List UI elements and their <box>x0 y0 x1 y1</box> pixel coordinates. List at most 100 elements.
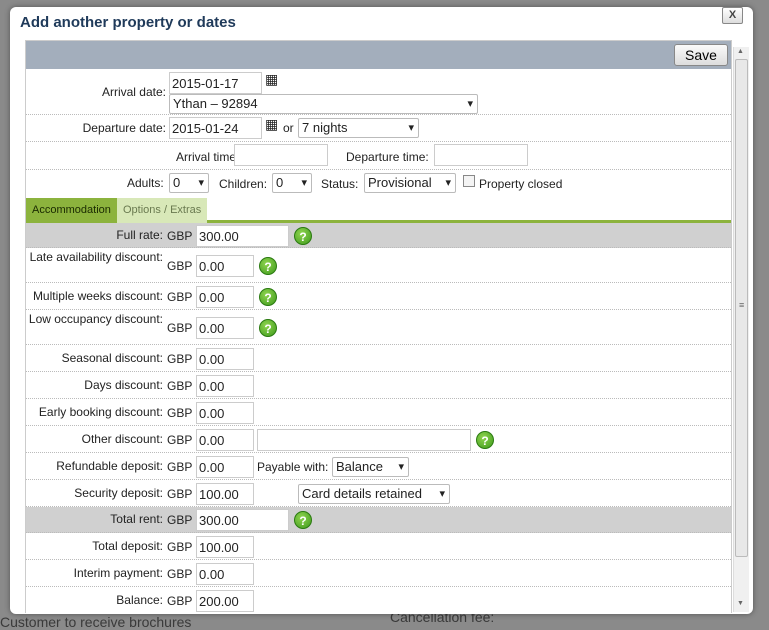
departure-time-label: Departure time: <box>346 150 429 164</box>
currency-label: GBP <box>167 351 193 366</box>
field-label: Days discount: <box>84 377 163 392</box>
dialog-title: Add another property or dates <box>20 14 236 31</box>
currency-label: GBP <box>167 289 193 304</box>
field-row: Balance: GBP 200.00 <box>26 587 731 613</box>
background-text: Customer to receive brochures <box>0 614 192 630</box>
close-button[interactable]: X <box>722 7 743 24</box>
field-row: Security deposit: GBP 100.00 Card details r… <box>26 480 731 507</box>
field-label: Other discount: <box>81 431 163 446</box>
field-row: Other discount: GBP 0.00? <box>26 426 731 453</box>
field-row: Seasonal discount: GBP 0.00 <box>26 345 731 372</box>
field-label: Low occupancy discount: <box>28 312 163 326</box>
field-row: Refundable deposit: GBP 0.00 Payable with: B… <box>26 453 731 480</box>
status-label: Status: <box>321 177 359 191</box>
currency-label: GBP <box>167 539 193 554</box>
amount-input[interactable]: 0.00 <box>196 562 254 585</box>
property-closed-checkbox[interactable] <box>463 175 475 187</box>
currency-label: GBP <box>167 486 193 501</box>
amount-input[interactable]: 0.00 <box>196 316 254 339</box>
currency-label: GBP <box>167 258 193 273</box>
currency-label: GBP <box>167 405 193 420</box>
grip-icon: ≡ <box>739 300 745 310</box>
arrival-row: Arrival date: 2015-01-17 ▦ Ythan – 92894 <box>26 69 731 115</box>
scrollbar[interactable]: ▲ ≡ ▼ <box>733 47 749 612</box>
help-icon[interactable]: ? <box>294 511 312 529</box>
field-row: Low occupancy discount: GBP 0.00? <box>26 310 731 345</box>
field-label: Multiple weeks discount: <box>32 288 163 303</box>
amount-input[interactable]: 0.00 <box>196 428 254 451</box>
or-label: or <box>283 121 294 135</box>
other-discount-note-input[interactable] <box>257 428 471 451</box>
amount-input[interactable]: 0.00 <box>196 347 254 370</box>
payable-with-label: Payable with: <box>257 459 329 474</box>
departure-date-input[interactable]: 2015-01-24 <box>169 117 262 139</box>
times-row: Arrival time: Departure time: <box>26 142 731 170</box>
departure-time-input[interactable] <box>434 144 528 166</box>
calendar-icon[interactable]: ▦ <box>265 116 278 133</box>
security-method-select[interactable]: Card details retained <box>298 483 450 504</box>
field-label: Security deposit: <box>74 485 163 500</box>
scroll-down-icon[interactable]: ▼ <box>737 600 744 607</box>
help-icon[interactable]: ? <box>259 318 277 337</box>
arrival-date-input[interactable]: 2015-01-17 <box>169 72 262 94</box>
tab-accommodation[interactable]: Accommodation <box>26 198 117 223</box>
currency-label: GBP <box>167 459 193 474</box>
property-select[interactable]: Ythan – 92894 <box>169 94 478 114</box>
payable-with-select[interactable]: Balance <box>332 456 409 477</box>
field-row: Early booking discount: GBP 0.00 <box>26 399 731 426</box>
field-label: Balance: <box>116 592 163 607</box>
amount-input[interactable]: 0.00 <box>196 254 254 277</box>
adults-select[interactable]: 0 <box>169 173 209 193</box>
amount-input[interactable]: 300.00 <box>196 509 289 531</box>
tab-bar: Accommodation Options / Extras <box>26 197 731 223</box>
help-icon[interactable]: ? <box>259 256 277 275</box>
scroll-up-icon[interactable]: ▲ <box>737 48 744 55</box>
add-property-dialog: Add another property or dates X ▲ ≡ ▼ Sa… <box>10 7 753 614</box>
departure-date-label: Departure date: <box>82 121 166 135</box>
amount-input[interactable]: 100.00 <box>196 535 254 558</box>
arrival-time-input[interactable] <box>234 144 328 166</box>
field-row: Full rate: GBP 300.00? <box>26 223 731 248</box>
help-icon[interactable]: ? <box>476 430 494 449</box>
field-label: Refundable deposit: <box>56 458 163 473</box>
amount-input[interactable]: 200.00 <box>196 589 254 612</box>
scroll-thumb[interactable]: ≡ <box>735 59 748 557</box>
nights-select[interactable]: 7 nights <box>298 118 419 138</box>
arrival-time-label: Arrival time: <box>176 150 240 164</box>
amount-input[interactable]: 0.00 <box>196 401 254 424</box>
amount-input[interactable]: 0.00 <box>196 455 254 478</box>
field-label: Interim payment: <box>73 565 163 580</box>
field-row: Interim payment: GBP 0.00 <box>26 560 731 587</box>
amount-input[interactable]: 100.00 <box>196 482 254 505</box>
field-row: Multiple weeks discount: GBP 0.00? <box>26 283 731 310</box>
dialog-content: Save Arrival date: 2015-01-17 ▦ Ythan – … <box>25 40 732 613</box>
field-label: Late availability discount: <box>29 250 163 264</box>
toolbar: Save <box>26 41 731 69</box>
field-label: Total deposit: <box>92 538 163 553</box>
currency-label: GBP <box>167 432 193 447</box>
field-row: Total deposit: GBP 100.00 <box>26 533 731 560</box>
guests-row: Adults: 0 Children: 0 Status: Provisiona… <box>26 170 731 196</box>
currency-label: GBP <box>167 593 193 608</box>
amount-input[interactable]: 300.00 <box>196 224 289 247</box>
adults-label: Adults: <box>127 176 164 190</box>
currency-label: GBP <box>167 378 193 393</box>
field-row: Days discount: GBP 0.00 <box>26 372 731 399</box>
amount-input[interactable]: 0.00 <box>196 374 254 397</box>
status-select[interactable]: Provisional <box>364 173 456 193</box>
amount-input[interactable]: 0.00 <box>196 285 254 308</box>
field-row: Total rent: GBP 300.00? <box>26 507 731 533</box>
help-icon[interactable]: ? <box>294 226 312 245</box>
help-icon[interactable]: ? <box>259 287 277 306</box>
children-select[interactable]: 0 <box>272 173 312 193</box>
departure-row: Departure date: 2015-01-24 ▦ or 7 nights <box>26 115 731 142</box>
field-row: Late availability discount: GBP 0.00? <box>26 248 731 283</box>
save-button[interactable]: Save <box>674 44 728 66</box>
currency-label: GBP <box>167 566 193 581</box>
field-label: Early booking discount: <box>38 404 163 419</box>
arrival-date-label: Arrival date: <box>101 85 166 99</box>
currency-label: GBP <box>167 513 193 527</box>
field-label: Full rate: <box>116 227 163 242</box>
calendar-icon[interactable]: ▦ <box>265 71 278 88</box>
tab-options-extras[interactable]: Options / Extras <box>117 198 208 223</box>
